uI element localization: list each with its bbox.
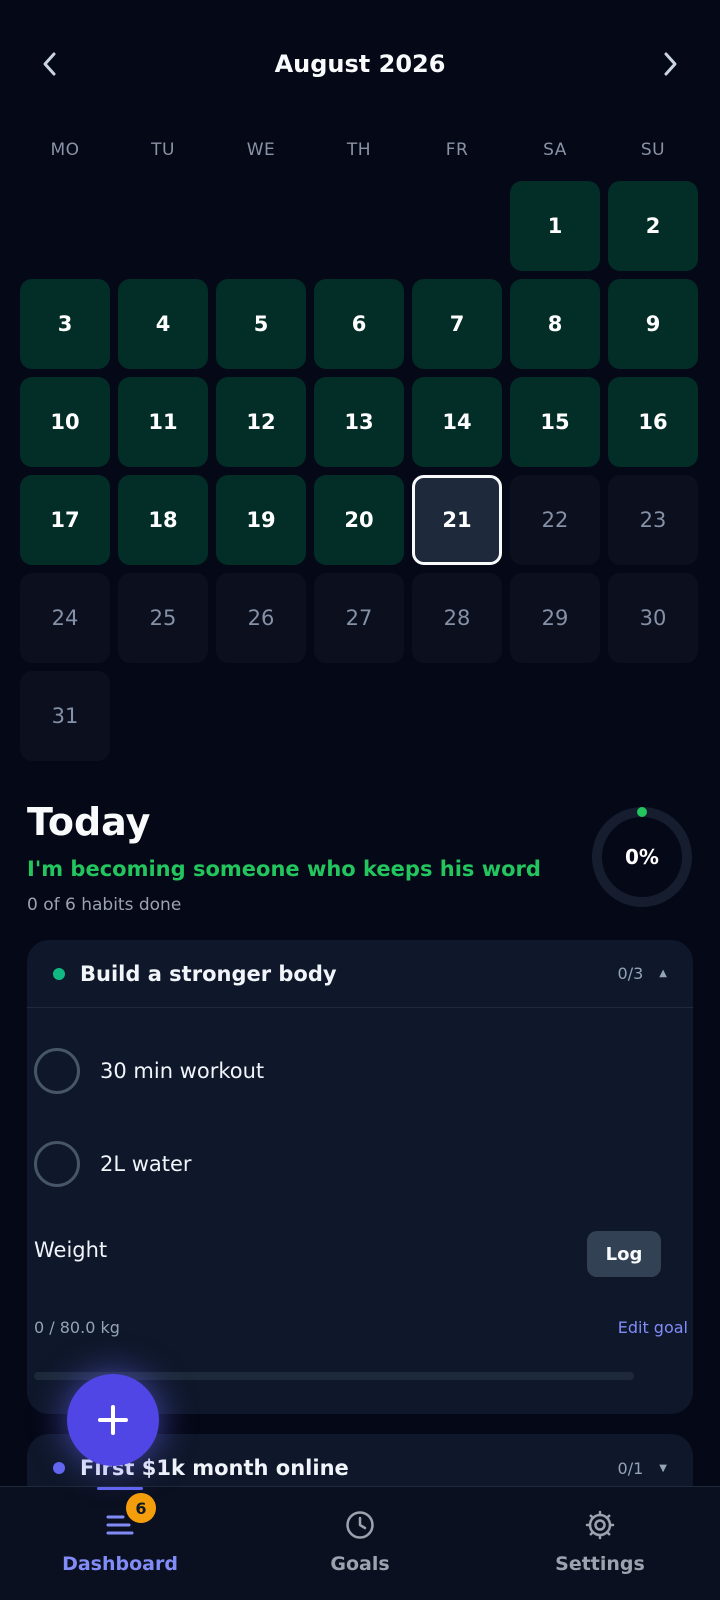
calendar-day[interactable]: 23: [608, 475, 698, 565]
weekday-label: SA: [543, 140, 567, 160]
active-tab-indicator: [97, 1487, 143, 1490]
calendar-day[interactable]: 29: [510, 573, 600, 663]
calendar-day[interactable]: 25: [118, 573, 208, 663]
weekday-label: TU: [151, 140, 175, 160]
goal-card-header[interactable]: Build a stronger body 0/3 ▲: [27, 940, 693, 1008]
calendar-day[interactable]: 11: [118, 377, 208, 467]
habit-checkbox[interactable]: [34, 1048, 80, 1094]
calendar-day[interactable]: 17: [20, 475, 110, 565]
calendar-day[interactable]: 12: [216, 377, 306, 467]
list-icon: 6: [102, 1493, 156, 1543]
calendar-grid: 1 2 3 4 5 6 7 8 9 10 11 12 13 14 15 16 17 18 19 20 21 22 23 24 2…: [20, 181, 700, 761]
clock-icon: [342, 1507, 378, 1543]
prev-month-button[interactable]: [28, 42, 72, 86]
chevron-right-icon: [664, 52, 677, 76]
nav-tab-goals[interactable]: Goals: [270, 1507, 450, 1587]
calendar-day-today[interactable]: 21: [412, 475, 502, 565]
weekday-label: WE: [246, 140, 276, 160]
habit-label: 30 min workout: [100, 1059, 265, 1083]
caret-down-icon: ▼: [659, 1462, 667, 1474]
weekday-label: SU: [640, 140, 666, 160]
calendar-day[interactable]: 3: [20, 279, 110, 369]
calendar-day[interactable]: 9: [608, 279, 698, 369]
calendar-day[interactable]: 31: [20, 671, 110, 761]
habits-done-count: 0 of 6 habits done: [27, 895, 182, 915]
calendar-day[interactable]: 19: [216, 475, 306, 565]
calendar-day[interactable]: 14: [412, 377, 502, 467]
calendar-day[interactable]: 13: [314, 377, 404, 467]
calendar-day[interactable]: 4: [118, 279, 208, 369]
calendar-day[interactable]: 7: [412, 279, 502, 369]
calendar-day[interactable]: 28: [412, 573, 502, 663]
goal-color-dot: [53, 967, 65, 980]
log-weight-button[interactable]: Log: [587, 1231, 661, 1277]
nav-tab-settings[interactable]: Settings: [510, 1507, 690, 1587]
today-heading: Today: [27, 800, 151, 844]
calendar-day[interactable]: 26: [216, 573, 306, 663]
weekday-label: MO: [50, 140, 80, 160]
notification-badge: 6: [126, 1493, 156, 1523]
weekday-label: FR: [445, 140, 469, 160]
calendar-day[interactable]: 1: [510, 181, 600, 271]
goal-progress-count: 0/1: [617, 1458, 644, 1478]
caret-up-icon: ▲: [659, 968, 667, 979]
nav-tab-label: Dashboard: [62, 1553, 178, 1575]
weekday-row: MO TU WE TH FR SA SU: [20, 140, 700, 160]
nav-tab-label: Goals: [330, 1553, 390, 1575]
chevron-left-icon: [43, 52, 56, 76]
calendar-day[interactable]: 6: [314, 279, 404, 369]
calendar-day[interactable]: 18: [118, 475, 208, 565]
habit-label: 2L water: [100, 1152, 192, 1176]
weekday-label: TH: [346, 140, 372, 160]
edit-goal-link[interactable]: Edit goal: [618, 1318, 688, 1337]
calendar-day[interactable]: 27: [314, 573, 404, 663]
calendar-day[interactable]: 10: [20, 377, 110, 467]
calendar-day[interactable]: 8: [510, 279, 600, 369]
daily-progress-percent: 0%: [625, 845, 659, 869]
bottom-nav: 6 Dashboard Goals Settings: [0, 1486, 720, 1600]
add-button[interactable]: [67, 1374, 159, 1466]
calendar-blank-cell: [412, 181, 502, 271]
gear-icon: [582, 1507, 618, 1543]
metric-label: Weight: [34, 1238, 108, 1262]
calendar-day[interactable]: 16: [608, 377, 698, 467]
calendar-blank-cell: [314, 181, 404, 271]
habit-item[interactable]: 30 min workout: [34, 1046, 264, 1096]
nav-tab-label: Settings: [555, 1553, 645, 1575]
goal-color-dot: [53, 1462, 65, 1474]
habit-item[interactable]: 2L water: [34, 1139, 192, 1189]
calendar-day[interactable]: 30: [608, 573, 698, 663]
calendar-day[interactable]: 15: [510, 377, 600, 467]
calendar-day[interactable]: 24: [20, 573, 110, 663]
nav-tab-dashboard[interactable]: 6 Dashboard: [30, 1493, 210, 1587]
habit-checkbox[interactable]: [34, 1141, 80, 1187]
month-header: August 2026: [0, 34, 720, 94]
plus-icon: [98, 1405, 128, 1435]
goal-name: First $1k month online: [80, 1456, 349, 1480]
calendar-blank-cell: [118, 181, 208, 271]
identity-statement: I'm becoming someone who keeps his word: [27, 857, 541, 881]
calendar-day[interactable]: 2: [608, 181, 698, 271]
calendar-day[interactable]: 20: [314, 475, 404, 565]
metric-value: 0 / 80.0 kg: [34, 1318, 120, 1337]
calendar-blank-cell: [216, 181, 306, 271]
month-title: August 2026: [274, 50, 446, 78]
goal-progress-count: 0/3: [617, 964, 644, 983]
goal-name: Build a stronger body: [80, 961, 337, 986]
calendar-blank-cell: [20, 181, 110, 271]
next-month-button[interactable]: [648, 42, 692, 86]
calendar-day[interactable]: 5: [216, 279, 306, 369]
calendar-day[interactable]: 22: [510, 475, 600, 565]
